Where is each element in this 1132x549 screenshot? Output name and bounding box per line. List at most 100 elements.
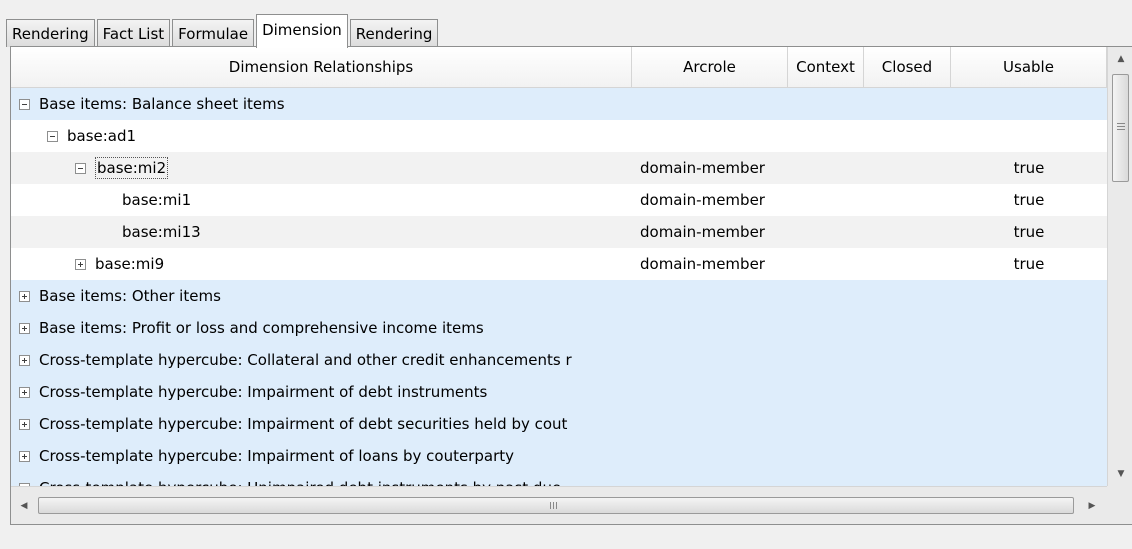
context-cell [788, 472, 864, 486]
column-header-relationships[interactable]: Dimension Relationships [11, 47, 632, 87]
arrow-right-icon[interactable]: ▶ [1079, 494, 1105, 518]
dimension-tree-panel: Dimension Relationships Arcrole Context … [10, 46, 1132, 525]
tree-row[interactable]: base:mi9 domain-member true [11, 248, 1107, 280]
tab-fact-list[interactable]: Fact List [96, 19, 171, 47]
expand-icon[interactable] [19, 290, 30, 302]
context-cell [788, 248, 864, 280]
arcrole-cell [632, 120, 788, 152]
tree-node-cell: base:ad1 [11, 120, 632, 152]
tree-node-cell: Cross-template hypercube: Impairment of … [11, 408, 632, 440]
closed-cell [864, 120, 951, 152]
arcrole-cell: domain-member [640, 255, 765, 273]
usable-cell: true [1013, 255, 1045, 273]
arcrole-cell [632, 88, 788, 120]
tree-row[interactable]: Cross-template hypercube: Unimpaired deb… [11, 472, 1107, 486]
expand-icon[interactable] [19, 386, 30, 398]
arcrole-cell: domain-member [640, 191, 765, 209]
tree-row[interactable]: Cross-template hypercube: Impairment of … [11, 376, 1107, 408]
usable-cell: true [1013, 159, 1045, 177]
tab-formulae[interactable]: Formulae [172, 19, 255, 47]
closed-cell [864, 344, 951, 376]
closed-cell [864, 280, 951, 312]
tree-node-label: base:mi13 [122, 223, 201, 241]
tree-row[interactable]: base:mi1 domain-member true [11, 184, 1107, 216]
tree-row[interactable]: Base items: Other items [11, 280, 1107, 312]
tree-node-cell: base:mi2 [11, 152, 632, 184]
collapse-icon[interactable] [47, 130, 58, 142]
expand-icon[interactable] [19, 418, 30, 430]
tree-row[interactable]: base:mi13 domain-member true [11, 216, 1107, 248]
arcrole-cell [632, 472, 788, 486]
usable-cell [951, 120, 1107, 152]
tab-dimension[interactable]: Dimension [256, 14, 348, 48]
tree-row[interactable]: Cross-template hypercube: Impairment of … [11, 440, 1107, 472]
usable-cell [951, 472, 1107, 486]
tree-node-label: base:ad1 [67, 127, 137, 145]
arcrole-cell [632, 280, 788, 312]
collapse-icon[interactable] [19, 98, 30, 110]
tab-strip: Rendering Fact List Formulae Dimension R… [6, 13, 440, 48]
closed-cell [864, 408, 951, 440]
tree-node-label: Cross-template hypercube: Impairment of … [39, 383, 488, 401]
tab-rendering-2[interactable]: Rendering [349, 19, 439, 47]
column-header-context[interactable]: Context [788, 47, 864, 87]
tree-node-cell: Cross-template hypercube: Impairment of … [11, 376, 632, 408]
tree-node-label: base:mi1 [122, 191, 192, 209]
context-cell [788, 216, 864, 248]
horizontal-scrollbar[interactable]: ◀ ▶ [11, 486, 1107, 524]
context-cell [788, 408, 864, 440]
arrow-down-icon[interactable]: ▼ [1108, 462, 1132, 486]
tree-row[interactable]: Base items: Balance sheet items [11, 88, 1107, 120]
arcrole-cell: domain-member [640, 159, 765, 177]
tree-node-cell: base:mi1 [11, 184, 632, 216]
tree-row[interactable]: Cross-template hypercube: Impairment of … [11, 408, 1107, 440]
column-header-closed[interactable]: Closed [864, 47, 951, 87]
usable-cell [951, 344, 1107, 376]
tree-row[interactable]: Cross-template hypercube: Collateral and… [11, 344, 1107, 376]
tree-node-label: Cross-template hypercube: Collateral and… [39, 351, 572, 369]
tree-node-label: Cross-template hypercube: Unimpaired deb… [39, 472, 561, 486]
arcrole-cell [632, 312, 788, 344]
expand-icon[interactable] [19, 354, 30, 366]
tree-node-cell: Base items: Profit or loss and comprehen… [11, 312, 632, 344]
tree-rows: Base items: Balance sheet items base:ad1 b… [11, 88, 1107, 486]
arcrole-cell [632, 344, 788, 376]
vertical-scrollbar[interactable]: ▲ ▼ [1107, 47, 1132, 486]
closed-cell [864, 88, 951, 120]
context-cell [788, 440, 864, 472]
arrow-up-icon[interactable]: ▲ [1108, 47, 1132, 71]
collapse-icon[interactable] [75, 162, 86, 174]
tree-node-label: Base items: Balance sheet items [39, 95, 285, 113]
tree-row[interactable]: base:ad1 [11, 120, 1107, 152]
closed-cell [864, 376, 951, 408]
horizontal-scroll-thumb[interactable] [38, 497, 1074, 514]
arcrole-cell [632, 376, 788, 408]
usable-cell [951, 408, 1107, 440]
closed-cell [864, 248, 951, 280]
column-header-usable[interactable]: Usable [951, 47, 1107, 87]
tree-row[interactable]: base:mi2 domain-member true [11, 152, 1107, 184]
closed-cell [864, 472, 951, 486]
context-cell [788, 152, 864, 184]
expand-icon[interactable] [75, 258, 86, 270]
context-cell [788, 88, 864, 120]
context-cell [788, 184, 864, 216]
tree-node-label: Base items: Other items [39, 287, 221, 305]
expand-icon[interactable] [19, 322, 30, 334]
column-header-row: Dimension Relationships Arcrole Context … [11, 47, 1107, 88]
expand-icon[interactable] [19, 450, 30, 462]
tree-node-cell: Cross-template hypercube: Impairment of … [11, 440, 632, 472]
column-header-arcrole[interactable]: Arcrole [632, 47, 788, 87]
tree-node-label: Base items: Profit or loss and comprehen… [39, 319, 484, 337]
usable-cell: true [1013, 191, 1045, 209]
tab-rendering[interactable]: Rendering [6, 19, 95, 47]
closed-cell [864, 152, 951, 184]
usable-cell [951, 312, 1107, 344]
context-cell [788, 344, 864, 376]
context-cell [788, 280, 864, 312]
closed-cell [864, 216, 951, 248]
tree-row[interactable]: Base items: Profit or loss and comprehen… [11, 312, 1107, 344]
vertical-scroll-thumb[interactable] [1112, 74, 1129, 182]
arcrole-cell [632, 408, 788, 440]
arrow-left-icon[interactable]: ◀ [11, 494, 37, 518]
